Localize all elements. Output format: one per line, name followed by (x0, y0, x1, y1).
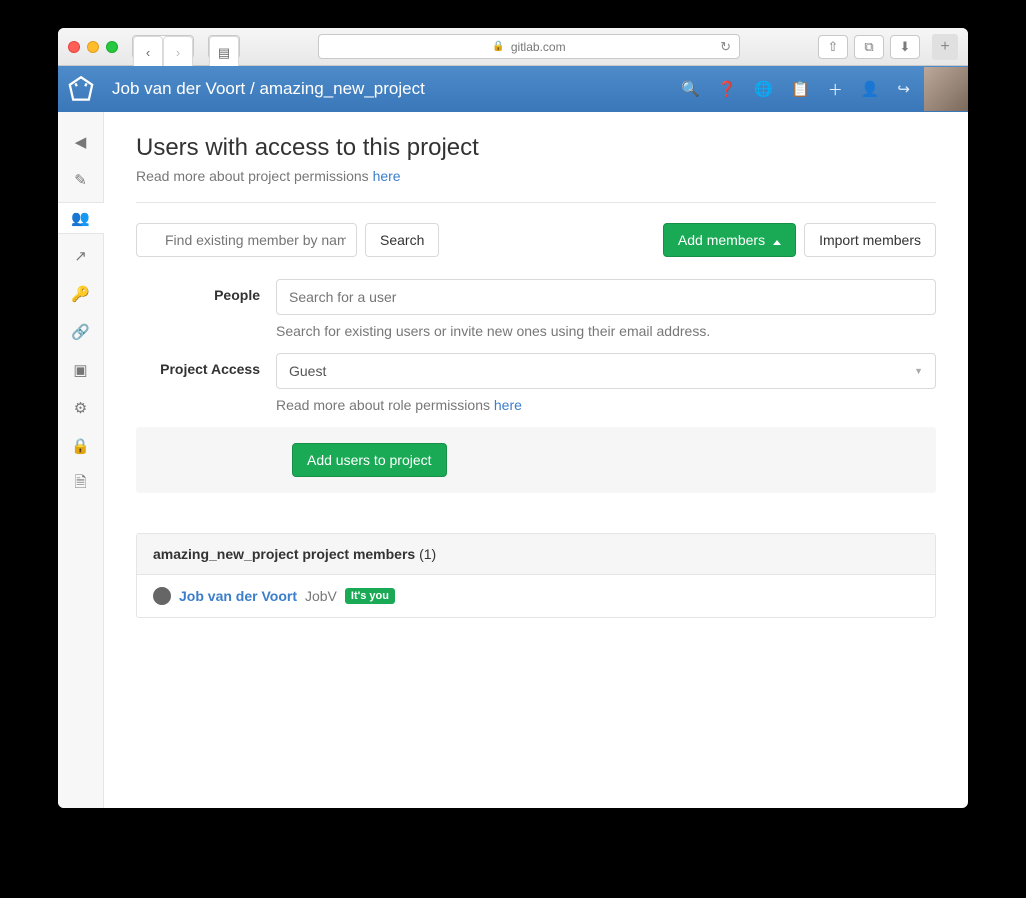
find-member-input[interactable] (136, 223, 357, 257)
user-avatar[interactable] (924, 67, 968, 111)
member-handle: JobV (305, 588, 337, 604)
access-row: Project Access Guest ▼ Read more about r… (136, 353, 936, 413)
app-header: Job van der Voort / amazing_new_project … (58, 66, 968, 112)
reload-icon[interactable]: ↻ (720, 39, 731, 55)
gitlab-logo[interactable] (58, 66, 104, 112)
header-actions: 🔍 ❓ 🌐 📋 ＋ 👤 ↪ (681, 79, 920, 100)
project-sidebar: ◀ ✎ 👥 ↗ 🔑 🔗 ▣ ⚙ 🔒 🗎 (58, 112, 104, 808)
import-members-button[interactable]: Import members (804, 223, 936, 257)
people-row: People Search for existing users or invi… (136, 279, 936, 339)
member-row: Job van der Voort JobV It's you (137, 575, 935, 617)
new-tab-button[interactable]: + (932, 34, 958, 60)
url-host: gitlab.com (511, 40, 566, 54)
sidebar-item-protected[interactable]: 🔒 (58, 430, 104, 462)
todos-icon[interactable]: 📋 (791, 80, 810, 98)
browser-titlebar: ‹ › ▤ 🔒 gitlab.com ↻ ⇧ ⧉ ⬇ + (58, 28, 968, 66)
submit-row: Add users to project (136, 427, 936, 493)
members-box: amazing_new_project project members (1) … (136, 533, 936, 618)
back-button[interactable]: ‹ (133, 36, 163, 70)
user-icon[interactable]: 👤 (861, 80, 880, 98)
browser-toolbar-right: ⇧ ⧉ ⬇ + (818, 34, 958, 60)
member-name[interactable]: Job van der Voort (179, 588, 297, 604)
its-you-badge: It's you (345, 588, 395, 604)
people-label: People (136, 279, 276, 339)
tabs-icon[interactable]: ⧉ (854, 35, 884, 59)
app: Job van der Voort / amazing_new_project … (58, 66, 968, 808)
help-icon[interactable]: ❓ (718, 80, 737, 98)
project-access-value: Guest (289, 363, 326, 379)
share-icon[interactable]: ⇧ (818, 35, 848, 59)
people-search-input[interactable] (276, 279, 936, 315)
close-window-icon[interactable] (68, 41, 80, 53)
members-header: amazing_new_project project members (1) (137, 534, 935, 575)
panel-icon: ▤ (209, 36, 239, 70)
page-subtext: Read more about project permissions here (136, 168, 936, 184)
new-plus-icon[interactable]: ＋ (828, 79, 843, 100)
main-content: Users with access to this project Read m… (104, 112, 968, 808)
search-icon[interactable]: 🔍 (681, 80, 700, 98)
browser-window: ‹ › ▤ 🔒 gitlab.com ↻ ⇧ ⧉ ⬇ + Job van der… (58, 28, 968, 808)
role-permissions-link[interactable]: here (494, 397, 522, 413)
tab-overview-button[interactable]: ▤ (208, 35, 240, 59)
member-search-wrap: 🔍 (136, 223, 357, 257)
forward-button[interactable]: › (163, 36, 193, 70)
sign-out-icon[interactable]: ↪ (897, 80, 910, 98)
sidebar-item-deploy[interactable]: ↗ (58, 240, 104, 272)
address-bar[interactable]: 🔒 gitlab.com ↻ (318, 34, 740, 59)
lock-icon: 🔒 (492, 41, 504, 52)
permissions-help-link[interactable]: here (373, 168, 401, 184)
app-body: ◀ ✎ 👥 ↗ 🔑 🔗 ▣ ⚙ 🔒 🗎 Users with access to… (58, 112, 968, 808)
page-title: Users with access to this project (136, 134, 936, 162)
sidebar-item-pages[interactable]: 🗎 (58, 468, 104, 500)
access-label: Project Access (136, 353, 276, 413)
sidebar-item-git[interactable]: ▣ (58, 354, 104, 386)
divider (136, 202, 936, 203)
chevron-down-icon: ▼ (914, 366, 923, 376)
sidebar-item-settings[interactable]: ⚙ (58, 392, 104, 424)
sidebar-item-edit[interactable]: ✎ (58, 164, 104, 196)
breadcrumb[interactable]: Job van der Voort / amazing_new_project (112, 79, 425, 99)
downloads-icon[interactable]: ⬇ (890, 35, 920, 59)
sidebar-item-back[interactable]: ◀ (58, 126, 104, 158)
access-help: Read more about role permissions here (276, 397, 936, 413)
chevron-up-icon (771, 232, 781, 248)
nav-back-forward: ‹ › (132, 35, 194, 59)
sidebar-item-hooks[interactable]: 🔗 (58, 316, 104, 348)
project-access-select[interactable]: Guest ▼ (276, 353, 936, 389)
add-users-button[interactable]: Add users to project (292, 443, 447, 477)
breadcrumb-project[interactable]: amazing_new_project (259, 79, 424, 98)
breadcrumb-owner[interactable]: Job van der Voort (112, 79, 245, 98)
minimize-window-icon[interactable] (87, 41, 99, 53)
sidebar-item-keys[interactable]: 🔑 (58, 278, 104, 310)
maximize-window-icon[interactable] (106, 41, 118, 53)
explore-globe-icon[interactable]: 🌐 (754, 80, 773, 98)
member-search-row: 🔍 Search Add members Import members (136, 223, 936, 257)
sidebar-item-members[interactable]: 👥 (58, 202, 104, 234)
member-avatar (153, 587, 171, 605)
people-help: Search for existing users or invite new … (276, 323, 936, 339)
window-controls (68, 41, 118, 53)
search-button[interactable]: Search (365, 223, 439, 257)
add-members-button[interactable]: Add members (663, 223, 796, 257)
